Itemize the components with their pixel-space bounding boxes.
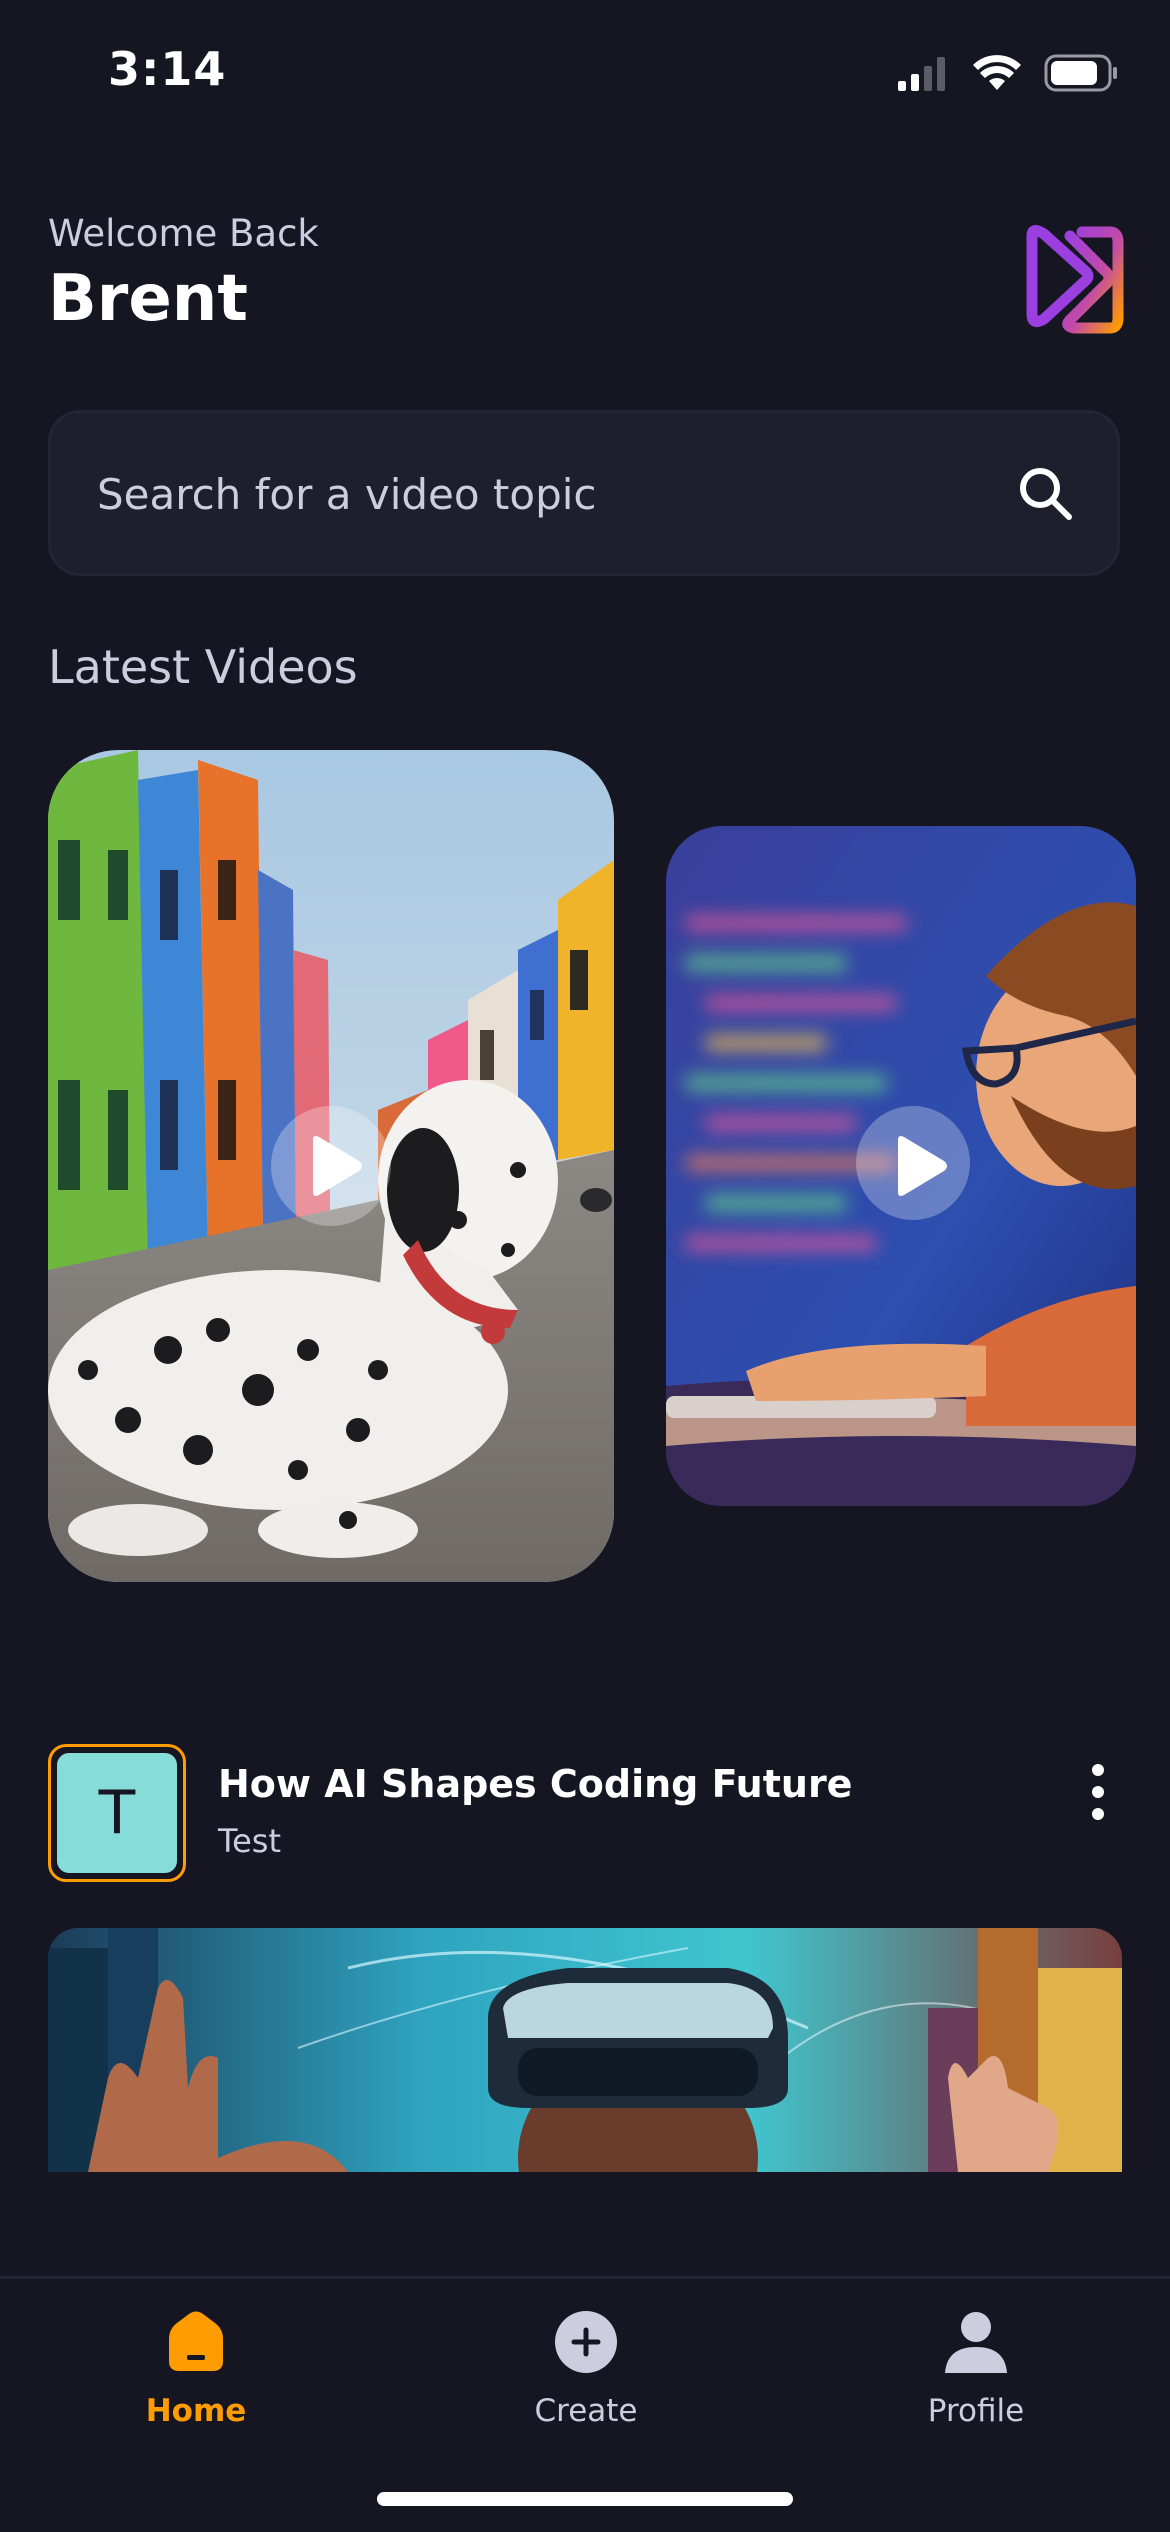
play-button[interactable] [271, 1106, 391, 1226]
tab-create[interactable]: Create [466, 2309, 706, 2429]
home-screen: 3:14 Welcome Back Brent Search for a vid… [0, 0, 1170, 2532]
plus-circle-icon [555, 2311, 617, 2373]
video-creator: Test [218, 1822, 282, 1860]
more-options-icon[interactable] [1082, 1762, 1114, 1822]
latest-videos-title: Latest Videos [48, 640, 358, 694]
avatar-letter: T [57, 1753, 177, 1873]
play-icon [313, 1136, 362, 1196]
battery-icon [1044, 54, 1117, 92]
status-icons [898, 54, 1118, 92]
search-box [48, 410, 1120, 576]
home-indicator[interactable] [377, 2492, 793, 2506]
tab-home-label: Home [145, 2393, 247, 2429]
wifi-icon [973, 55, 1021, 90]
tab-create-label: Create [534, 2393, 638, 2429]
video-title: How AI Shapes Coding Future [218, 1762, 853, 1806]
status-bar: 3:14 [0, 0, 1170, 150]
welcome-text: Welcome Back [48, 212, 319, 255]
video-thumbnail [48, 1928, 1122, 2172]
latest-video-card[interactable] [666, 826, 1136, 1506]
home-icon [169, 2311, 223, 2371]
cellular-signal-icon [898, 57, 945, 91]
search-icon[interactable] [1015, 463, 1075, 523]
tab-home[interactable]: Home [76, 2309, 316, 2429]
tab-profile-label: Profile [927, 2393, 1025, 2429]
tab-profile[interactable]: Profile [856, 2309, 1096, 2429]
play-button[interactable] [856, 1106, 970, 1220]
status-time: 3:14 [108, 42, 227, 96]
play-icon [898, 1136, 947, 1196]
search-input[interactable] [95, 413, 979, 575]
latest-video-card[interactable] [48, 750, 614, 1582]
video-thumbnail-large[interactable] [48, 1928, 1122, 2172]
creator-avatar: T [48, 1744, 186, 1882]
user-icon [945, 2312, 1007, 2373]
app-logo-icon [1026, 225, 1124, 334]
username: Brent [48, 262, 248, 336]
